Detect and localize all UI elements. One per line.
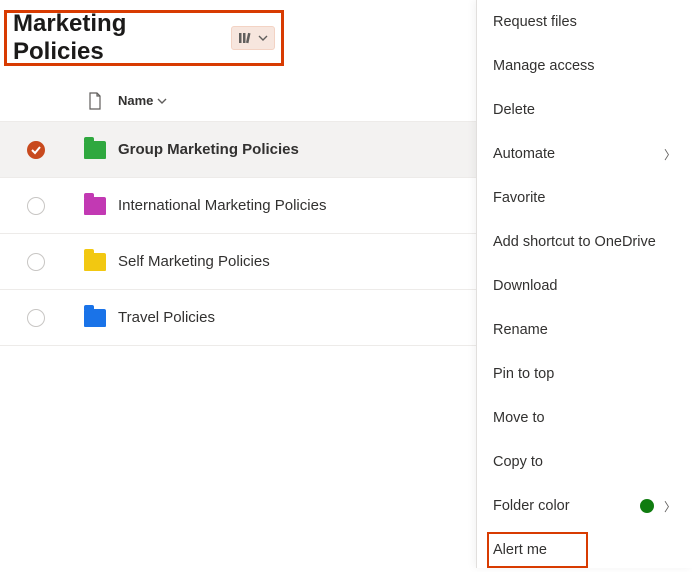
menu-delete[interactable]: Delete [477, 88, 692, 132]
row-select[interactable] [16, 197, 56, 215]
library-switcher-button[interactable] [231, 26, 275, 50]
folder-icon [72, 253, 118, 271]
menu-download[interactable]: Download [477, 264, 692, 308]
name-column-header[interactable]: Name [118, 93, 167, 108]
folder-icon [72, 197, 118, 215]
folder-icon [72, 141, 118, 159]
folder-color-preview [640, 499, 654, 513]
name-column-label: Name [118, 93, 153, 108]
menu-manage-access[interactable]: Manage access [477, 44, 692, 88]
menu-favorite[interactable]: Favorite [477, 176, 692, 220]
folder-icon [72, 309, 118, 327]
row-select[interactable] [16, 141, 56, 159]
menu-pin-to-top[interactable]: Pin to top [477, 352, 692, 396]
checkmark-icon [30, 144, 42, 156]
chevron-right-icon: 〉 [664, 498, 676, 515]
row-select[interactable] [16, 309, 56, 327]
menu-add-shortcut[interactable]: Add shortcut to OneDrive [477, 220, 692, 264]
menu-request-files[interactable]: Request files [477, 0, 692, 44]
menu-alert-me[interactable]: Alert me [477, 528, 692, 572]
library-icon [238, 30, 254, 46]
menu-folder-color[interactable]: Folder color 〉 [477, 484, 692, 528]
page-title: Marketing Policies [13, 10, 221, 66]
menu-automate[interactable]: Automate〉 [477, 132, 692, 176]
menu-copy-to[interactable]: Copy to [477, 440, 692, 484]
menu-rename[interactable]: Rename [477, 308, 692, 352]
file-type-column-icon[interactable] [72, 92, 118, 110]
row-select[interactable] [16, 253, 56, 271]
menu-move-to[interactable]: Move to [477, 396, 692, 440]
library-title-header: Marketing Policies [4, 10, 284, 66]
chevron-down-icon [157, 96, 167, 106]
context-menu: Request files Manage access Delete Autom… [476, 0, 692, 568]
chevron-down-icon [258, 33, 268, 43]
chevron-right-icon: 〉 [664, 146, 676, 163]
